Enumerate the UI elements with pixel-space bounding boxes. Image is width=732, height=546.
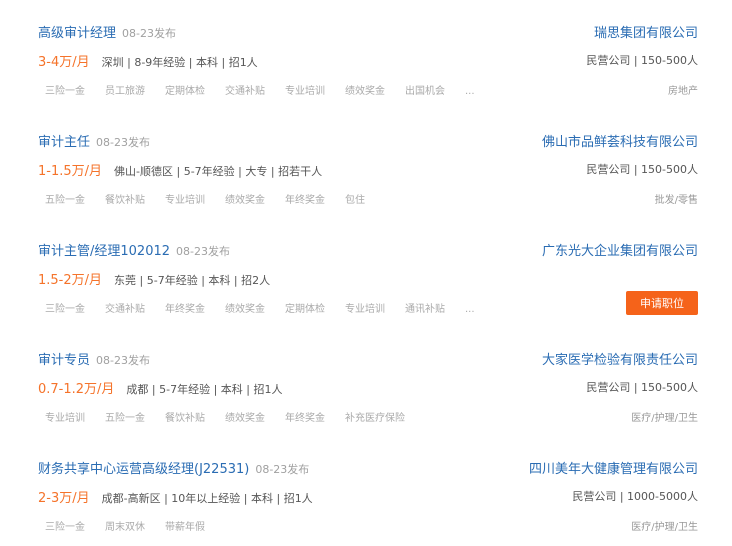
industry: 医疗/护理/卫生 [631, 413, 698, 424]
job-title-text[interactable]: 审计专员 [38, 353, 90, 368]
job-salary-row: 2-3万/月 成都-高新区 | 10年以上经验 | 本科 | 招1人 [38, 487, 313, 506]
job-title-text[interactable]: 审计主管/经理102012 [38, 244, 170, 259]
company-type: 民营公司 | 150-500人 [586, 163, 698, 176]
salary: 1-1.5万/月 [38, 164, 103, 179]
job-info: 东莞 | 5-7年经验 | 本科 | 招2人 [114, 274, 271, 287]
job-item: 高级审计经理 08-23发布 3-4万/月 深圳 | 8-9年经验 | 本科 | 招… [38, 10, 698, 110]
welfare-tag: 绩效奖金 [225, 195, 265, 206]
company-type: 民营公司 | 150-500人 [586, 54, 698, 67]
welfare-tag: 定期体检 [285, 304, 325, 315]
welfare-tag: 年终奖金 [285, 413, 325, 424]
welfare-tag: 定期体检 [165, 86, 205, 97]
job-info: 成都-高新区 | 10年以上经验 | 本科 | 招1人 [101, 492, 313, 505]
job-item: 审计主任 08-23发布 1-1.5万/月 佛山-顺德区 | 5-7年经验 | 大专… [38, 119, 698, 219]
post-date: 08-23发布 [255, 463, 310, 476]
welfare-tag: 通讯补贴 [405, 304, 445, 315]
apply-button[interactable]: 申请职位 [626, 291, 698, 315]
company-name[interactable]: 瑞思集团有限公司 [594, 22, 698, 41]
post-date: 08-23发布 [96, 354, 150, 367]
company-name[interactable]: 四川美年大健康管理有限公司 [529, 458, 698, 477]
welfare-tag: 专业培训 [345, 304, 385, 315]
welfare-tags: 三险一金 员工旅游 定期体检 交通补贴 专业培训 绩效奖金 出国机会... [45, 82, 525, 97]
salary: 3-4万/月 [38, 55, 90, 70]
welfare-tag: 年终奖金 [285, 195, 325, 206]
welfare-tag: 出国机会 [405, 86, 445, 97]
industry: 房地产 [668, 86, 698, 97]
company-name[interactable]: 佛山市品鲜荟科技有限公司 [542, 131, 698, 150]
job-title[interactable]: 财务共享中心运营高级经理(J22531) 08-23发布 [38, 458, 309, 477]
welfare-tag: 专业培训 [165, 195, 205, 206]
welfare-tag: 周末双休 [105, 522, 145, 533]
company-type: 民营公司 | 1000-5000人 [572, 490, 698, 503]
post-date: 08-23发布 [96, 136, 150, 149]
welfare-tag: ... [465, 304, 475, 315]
welfare-tag: 带薪年假 [165, 522, 205, 533]
salary: 1.5-2万/月 [38, 273, 103, 288]
welfare-tag: 包住 [345, 195, 365, 206]
welfare-tag: 绩效奖金 [225, 304, 265, 315]
job-salary-row: 0.7-1.2万/月 成都 | 5-7年经验 | 本科 | 招1人 [38, 378, 282, 397]
welfare-tag: 交通补贴 [105, 304, 145, 315]
job-info: 佛山-顺德区 | 5-7年经验 | 大专 | 招若干人 [114, 165, 323, 178]
welfare-tag: 五险一金 [45, 195, 85, 206]
job-title-text[interactable]: 高级审计经理 [38, 26, 116, 41]
job-item: 审计专员 08-23发布 0.7-1.2万/月 成都 | 5-7年经验 | 本科 |… [38, 337, 698, 437]
job-title[interactable]: 高级审计经理 08-23发布 [38, 22, 176, 41]
welfare-tag: 年终奖金 [165, 304, 205, 315]
job-title-text[interactable]: 审计主任 [38, 135, 90, 150]
job-salary-row: 1-1.5万/月 佛山-顺德区 | 5-7年经验 | 大专 | 招若干人 [38, 160, 322, 179]
welfare-tag: 交通补贴 [225, 86, 265, 97]
job-salary-row: 1.5-2万/月 东莞 | 5-7年经验 | 本科 | 招2人 [38, 269, 270, 288]
welfare-tag: 专业培训 [45, 413, 85, 424]
welfare-tag: 三险一金 [45, 304, 85, 315]
welfare-tag: 三险一金 [45, 86, 85, 97]
job-item: 财务共享中心运营高级经理(J22531) 08-23发布 2-3万/月 成都-高新区… [38, 446, 698, 546]
welfare-tag: ... [465, 86, 475, 97]
job-item: 审计主管/经理102012 08-23发布 1.5-2万/月 东莞 | 5-7年经验… [38, 228, 698, 328]
welfare-tags: 三险一金 交通补贴 年终奖金 绩效奖金 定期体检 专业培训 通讯补贴... [45, 300, 525, 315]
welfare-tag: 三险一金 [45, 522, 85, 533]
welfare-tag: 餐饮补贴 [105, 195, 145, 206]
industry: 医疗/护理/卫生 [631, 522, 698, 533]
welfare-tags: 五险一金 餐饮补贴 专业培训 绩效奖金 年终奖金 包住 [45, 191, 405, 206]
welfare-tag: 绩效奖金 [345, 86, 385, 97]
job-salary-row: 3-4万/月 深圳 | 8-9年经验 | 本科 | 招1人 [38, 51, 258, 70]
company-name[interactable]: 大家医学检验有限责任公司 [542, 349, 698, 368]
welfare-tag: 绩效奖金 [225, 413, 265, 424]
welfare-tags: 专业培训 五险一金 餐饮补贴 绩效奖金 年终奖金 补充医疗保险 [45, 409, 405, 424]
post-date: 08-23发布 [176, 245, 230, 258]
post-date: 08-23发布 [122, 27, 176, 40]
job-info: 成都 | 5-7年经验 | 本科 | 招1人 [126, 383, 283, 396]
salary: 2-3万/月 [38, 491, 90, 506]
company-type: 民营公司 | 150-500人 [586, 381, 698, 394]
job-title[interactable]: 审计专员 08-23发布 [38, 349, 150, 368]
job-title-text[interactable]: 财务共享中心运营高级经理(J22531) [38, 462, 249, 477]
welfare-tag: 餐饮补贴 [165, 413, 205, 424]
welfare-tags: 三险一金 周末双休 带薪年假 [45, 518, 225, 533]
company-name[interactable]: 广东光大企业集团有限公司 [542, 240, 698, 259]
welfare-tag: 专业培训 [285, 86, 325, 97]
job-info: 深圳 | 8-9年经验 | 本科 | 招1人 [101, 56, 258, 69]
salary: 0.7-1.2万/月 [38, 382, 115, 397]
welfare-tag: 五险一金 [105, 413, 145, 424]
job-title[interactable]: 审计主管/经理102012 08-23发布 [38, 240, 230, 259]
job-title[interactable]: 审计主任 08-23发布 [38, 131, 150, 150]
industry: 批发/零售 [654, 195, 698, 206]
welfare-tag: 补充医疗保险 [345, 413, 405, 424]
welfare-tag: 员工旅游 [105, 86, 145, 97]
